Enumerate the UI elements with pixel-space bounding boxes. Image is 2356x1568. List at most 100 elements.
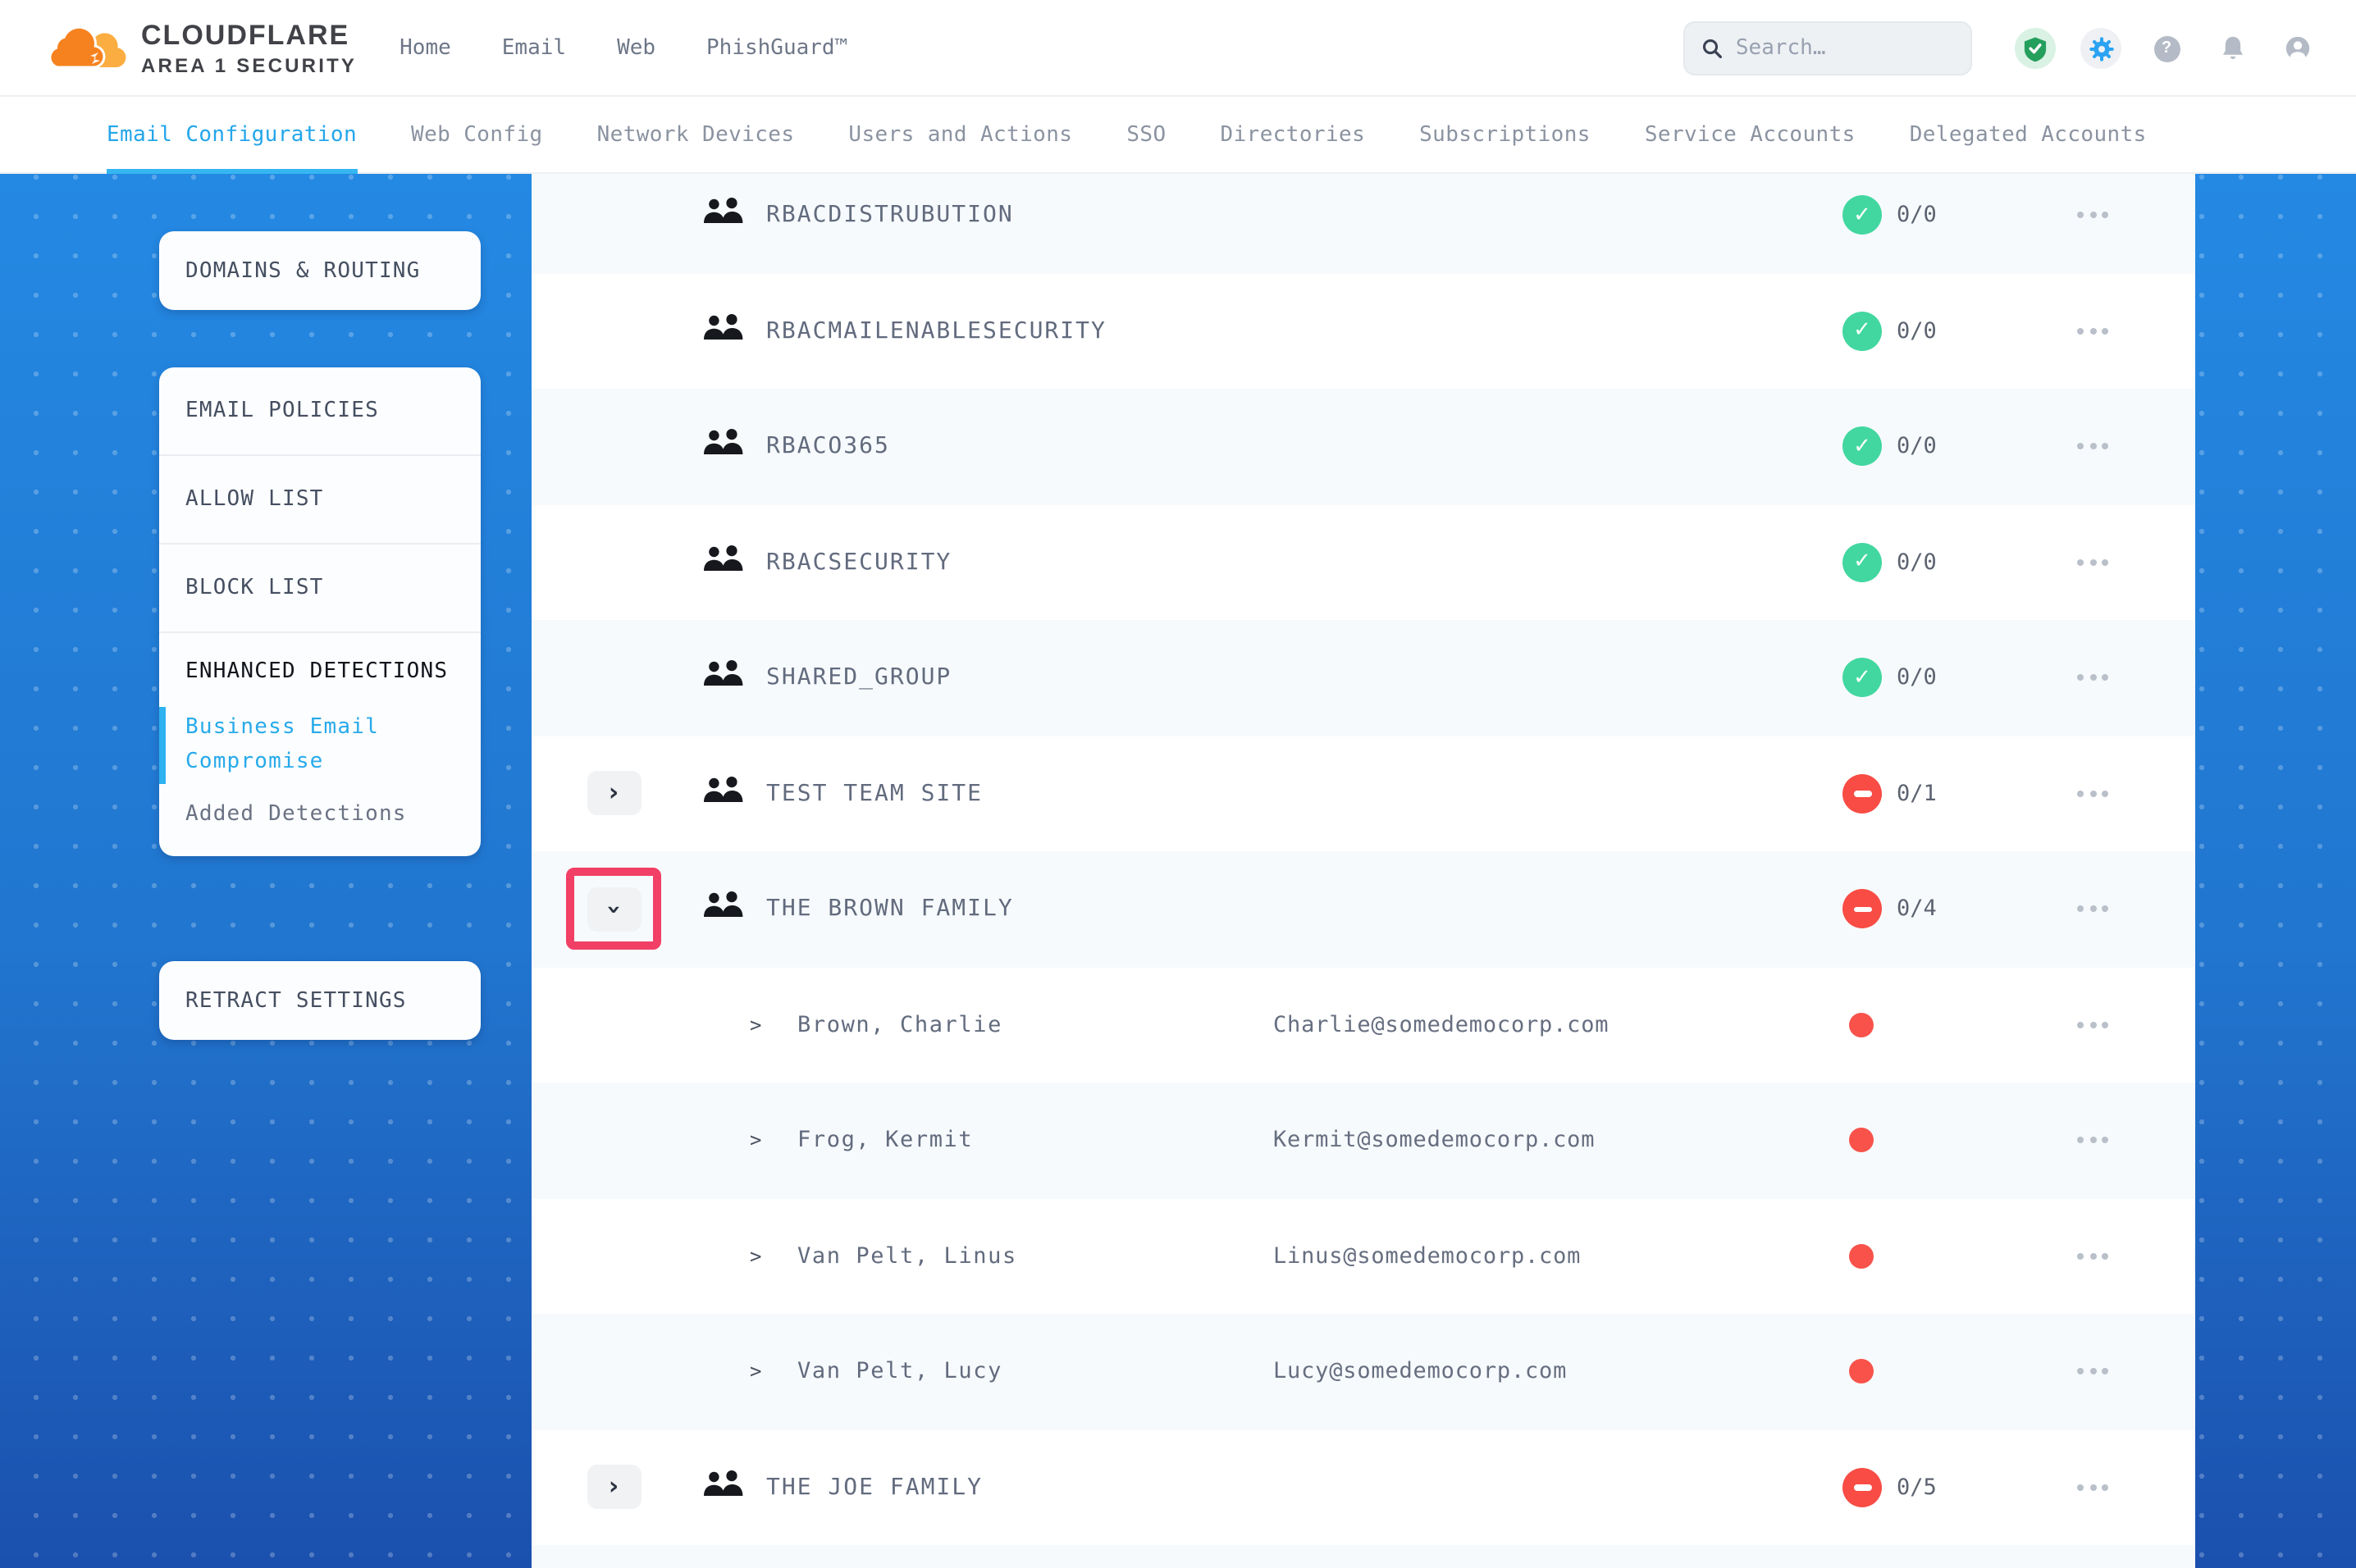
expand-wrap: › <box>566 753 661 835</box>
row-menu-button[interactable] <box>2071 1015 2115 1035</box>
chevron-right-icon: › <box>609 1475 619 1500</box>
group-name: TEST TEAM SITE <box>766 781 983 807</box>
tab-service-accounts[interactable]: Service Accounts <box>1645 96 1856 173</box>
group-name: SHARED_GROUP <box>766 665 952 691</box>
nav-home[interactable]: Home <box>400 35 451 60</box>
group-icon <box>702 1469 745 1506</box>
tab-delegated-accounts[interactable]: Delegated Accounts <box>1910 96 2147 173</box>
group-table: RBACDISTRUBUTION✓0/0RBACMAILENABLESECURI… <box>532 174 2195 1568</box>
status-count: 0/0 <box>1897 203 1937 229</box>
group-row: › TEST TEAM SITE 0/1 <box>532 736 2195 851</box>
member-email: Kermit@somedemocorp.com <box>1273 1128 1595 1154</box>
minus-icon <box>1853 1484 1871 1490</box>
row-menu-button[interactable] <box>2071 668 2115 688</box>
chevron-right-icon[interactable]: > <box>750 1129 761 1152</box>
config-tab-bar: Email Configuration Web Config Network D… <box>0 97 2356 174</box>
group-icon <box>702 659 745 697</box>
sidebar-item-allow-list[interactable]: ALLOW LIST <box>159 456 481 545</box>
status-check-badge: ✓ <box>1842 543 1882 582</box>
main-area: DOMAINS & ROUTING EMAIL POLICIES ALLOW L… <box>0 174 2356 1568</box>
row-menu-button[interactable] <box>2071 437 2115 457</box>
status-count: 0/5 <box>1897 1475 1937 1501</box>
group-name: THE BROWN FAMILY <box>766 896 1014 923</box>
chevron-right-icon[interactable]: > <box>750 1245 761 1268</box>
row-menu-button[interactable] <box>2071 321 2115 341</box>
check-icon: ✓ <box>1853 319 1871 344</box>
nav-phishguard[interactable]: PhishGuard™ <box>706 35 847 60</box>
status-minus-badge <box>1842 890 1882 929</box>
group-row: RBACMAILENABLESECURITY✓0/0 <box>532 273 2195 389</box>
row-menu-button[interactable] <box>2071 206 2115 226</box>
tab-network-devices[interactable]: Network Devices <box>597 96 795 173</box>
row-menu-button[interactable] <box>2071 900 2115 919</box>
row-menu-button[interactable] <box>2071 1362 2115 1382</box>
row-menu-button[interactable] <box>2071 784 2115 804</box>
search-icon <box>1701 36 1723 61</box>
member-email: Lucy@somedemocorp.com <box>1273 1359 1567 1385</box>
tab-subscriptions[interactable]: Subscriptions <box>1419 96 1591 173</box>
chevron-right-icon[interactable]: > <box>750 1014 761 1037</box>
status-red-dot <box>1849 1244 1874 1269</box>
tab-web-config[interactable]: Web Config <box>411 96 543 173</box>
status-count: 0/0 <box>1897 318 1937 344</box>
sidebar-policies-card: EMAIL POLICIES ALLOW LIST BLOCK LIST ENH… <box>159 367 481 857</box>
tab-users-and-actions[interactable]: Users and Actions <box>848 96 1072 173</box>
group-name: RBACDISTRUBUTION <box>766 203 1014 229</box>
nav-web[interactable]: Web <box>617 35 655 60</box>
account-user-icon[interactable] <box>2277 28 2318 69</box>
enhanced-detections-section: ENHANCED DETECTIONS Business Email Compr… <box>159 633 481 857</box>
member-name: Van Pelt, Lucy <box>797 1359 1002 1385</box>
group-icon <box>702 197 745 235</box>
member-name: Brown, Charlie <box>797 1012 1002 1038</box>
sidebar-item-block-list[interactable]: BLOCK LIST <box>159 545 481 633</box>
nav-email[interactable]: Email <box>502 35 566 60</box>
row-menu-button[interactable] <box>2071 1247 2115 1266</box>
status-check-badge: ✓ <box>1842 196 1882 235</box>
row-menu-button[interactable] <box>2071 553 2115 572</box>
status-minus-badge <box>1842 774 1882 814</box>
shield-check-icon[interactable] <box>2015 28 2056 69</box>
member-row: > Frog, Kermit Kermit@somedemocorp.com <box>532 1083 2195 1198</box>
group-row: RBACDISTRUBUTION ✓ 0/0 <box>532 174 2195 273</box>
minus-icon <box>1853 906 1871 912</box>
check-icon: ✓ <box>1853 435 1871 459</box>
group-row: › THE BROWN FAMILY 0/4 <box>532 851 2195 967</box>
collapse-button[interactable]: › <box>587 887 641 932</box>
sidebar-item-added-detections[interactable]: Added Detections <box>185 803 454 827</box>
status-count: 0/0 <box>1897 549 1937 576</box>
member-row: > Van Pelt, Lucy Lucy@somedemocorp.com <box>532 1314 2195 1429</box>
group-name: RBACSECURITY <box>766 549 952 576</box>
row-menu-button[interactable] <box>2071 1478 2115 1497</box>
status-count: 0/1 <box>1897 781 1937 807</box>
group-row: RBACSECURITY ✓ 0/0 <box>532 504 2195 620</box>
group-icon <box>702 312 745 350</box>
chevron-right-icon[interactable]: > <box>750 1361 761 1383</box>
notifications-bell-icon[interactable] <box>2212 28 2253 69</box>
status-red-dot <box>1849 1360 1874 1384</box>
sidebar-item-email-policies[interactable]: EMAIL POLICIES <box>159 367 481 456</box>
status-count: 0/0 <box>1897 434 1937 460</box>
search-input[interactable] <box>1736 36 1954 61</box>
expand-button[interactable]: › <box>587 1465 641 1510</box>
tab-email-configuration[interactable]: Email Configuration <box>107 96 357 173</box>
tab-directories[interactable]: Directories <box>1221 96 1366 173</box>
top-header: CLOUDFLARE AREA 1 SECURITY Home Email We… <box>0 0 2356 97</box>
group-name: RBACO365 <box>766 434 890 460</box>
status-count: 0/4 <box>1897 896 1937 923</box>
group-row: ›THE JOE FAMILY0/5 <box>532 1429 2195 1545</box>
expand-button[interactable]: › <box>587 772 641 816</box>
member-email: Linus@somedemocorp.com <box>1273 1243 1581 1269</box>
row-menu-button[interactable] <box>2071 1131 2115 1151</box>
sidebar-item-retract-settings[interactable]: RETRACT SETTINGS <box>159 961 481 1040</box>
status-red-dot <box>1849 1128 1874 1153</box>
sidebar-item-business-email-compromise[interactable]: Business Email Compromise <box>185 712 454 780</box>
check-icon: ✓ <box>1853 550 1871 575</box>
member-name: Frog, Kermit <box>797 1128 973 1154</box>
settings-gear-icon[interactable] <box>2080 28 2121 69</box>
expand-wrap: › <box>566 1447 661 1529</box>
member-email: Charlie@somedemocorp.com <box>1273 1012 1609 1038</box>
help-icon[interactable]: ? <box>2146 28 2187 69</box>
brand-line-1: CLOUDFLARE <box>141 19 357 52</box>
sidebar-item-domains-routing[interactable]: DOMAINS & ROUTING <box>159 231 481 310</box>
tab-sso[interactable]: SSO <box>1126 96 1166 173</box>
